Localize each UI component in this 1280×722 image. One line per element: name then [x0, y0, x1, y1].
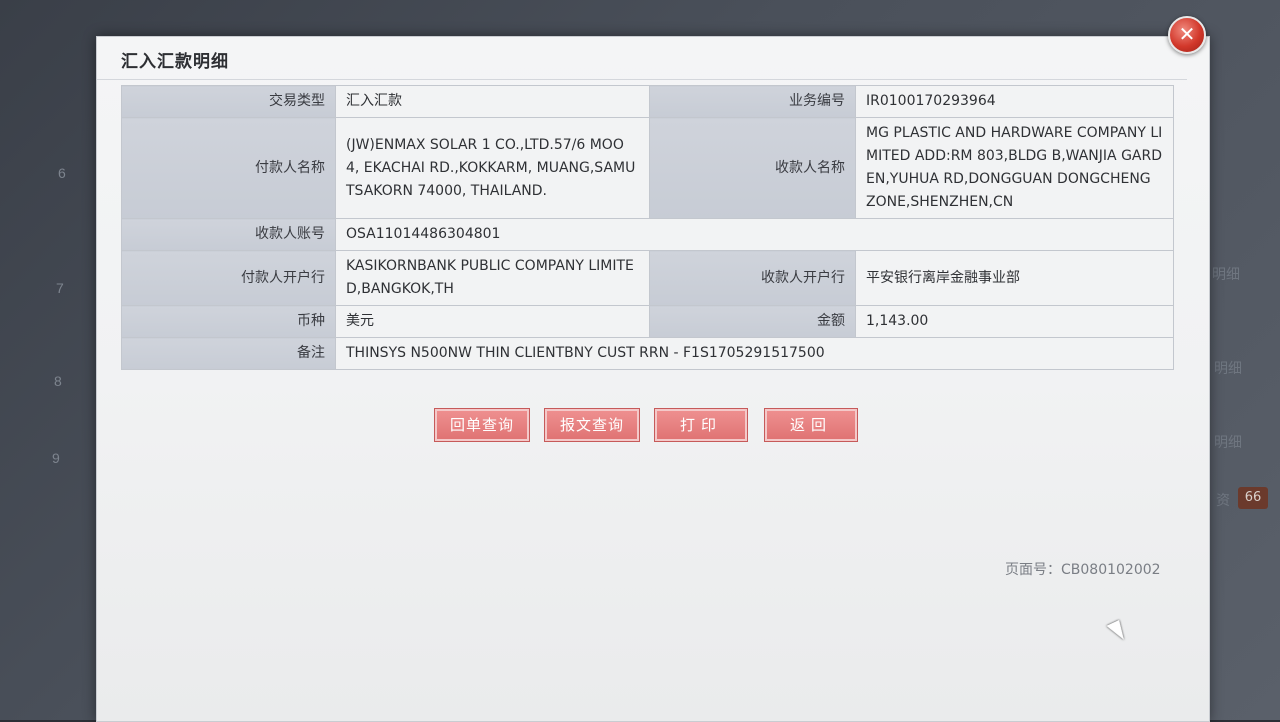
trade-type-value: 汇入汇款	[335, 85, 650, 118]
payer-name-value: (JW)ENMAX SOLAR 1 CO.,LTD.57/6 MOO 4, EK…	[335, 117, 650, 219]
remittance-detail-dialog: 汇入汇款明细 交易类型 汇入汇款 业务编号 IR0100170293964 付款…	[96, 36, 1210, 722]
business-no-value: IR0100170293964	[855, 85, 1174, 118]
payer-bank-label: 付款人开户行	[121, 250, 336, 306]
bg-row-number: 7	[56, 280, 64, 296]
table-row: 付款人开户行 KASIKORNBANK PUBLIC COMPANY LIMIT…	[121, 250, 1174, 306]
bg-side-text: 资	[1216, 493, 1230, 509]
action-button-row: 回单查询 报文查询 打印 返回	[434, 408, 875, 449]
payee-bank-label: 收款人开户行	[649, 250, 856, 306]
close-icon[interactable]: ✕	[1168, 16, 1206, 54]
detail-table: 交易类型 汇入汇款 业务编号 IR0100170293964 付款人名称 (JW…	[121, 85, 1174, 370]
dialog-header: 汇入汇款明细	[97, 37, 1187, 80]
table-row: 收款人账号 OSA11014486304801	[121, 218, 1174, 251]
payee-name-label: 收款人名称	[649, 117, 856, 219]
bg-row-number: 8	[54, 373, 62, 389]
business-no-label: 业务编号	[649, 85, 856, 118]
receipt-query-button[interactable]: 回单查询	[434, 408, 530, 442]
bg-row-number: 9	[52, 450, 60, 466]
payee-account-value: OSA11014486304801	[335, 218, 1174, 251]
payee-account-label: 收款人账号	[121, 218, 336, 251]
table-row: 交易类型 汇入汇款 业务编号 IR0100170293964	[121, 85, 1174, 118]
message-query-button[interactable]: 报文查询	[544, 408, 640, 442]
table-row: 币种 美元 金额 1,143.00	[121, 305, 1174, 338]
payee-bank-value: 平安银行离岸金融事业部	[855, 250, 1174, 306]
remark-value: THINSYS N500NW THIN CLIENTBNY CUST RRN -…	[335, 337, 1174, 370]
currency-label: 币种	[121, 305, 336, 338]
back-button[interactable]: 返回	[764, 408, 858, 442]
bg-side-text: 明细	[1212, 267, 1240, 283]
bg-row-number: 6	[58, 165, 66, 181]
bg-side-text: 明细	[1214, 361, 1242, 377]
bg-side-text: 明细	[1214, 435, 1242, 451]
payer-bank-value: KASIKORNBANK PUBLIC COMPANY LIMITED,BANG…	[335, 250, 650, 306]
payee-name-value: MG PLASTIC AND HARDWARE COMPANY LIMITED …	[855, 117, 1174, 219]
dialog-title: 汇入汇款明细	[121, 52, 229, 72]
amount-value: 1,143.00	[855, 305, 1174, 338]
bg-count-badge: 66	[1238, 487, 1268, 509]
currency-value: 美元	[335, 305, 650, 338]
trade-type-label: 交易类型	[121, 85, 336, 118]
page-number-text: 页面号：CB080102002	[1005, 562, 1161, 578]
print-button[interactable]: 打印	[654, 408, 748, 442]
table-row: 备注 THINSYS N500NW THIN CLIENTBNY CUST RR…	[121, 337, 1174, 370]
remark-label: 备注	[121, 337, 336, 370]
table-row: 付款人名称 (JW)ENMAX SOLAR 1 CO.,LTD.57/6 MOO…	[121, 117, 1174, 219]
payer-name-label: 付款人名称	[121, 117, 336, 219]
amount-label: 金额	[649, 305, 856, 338]
